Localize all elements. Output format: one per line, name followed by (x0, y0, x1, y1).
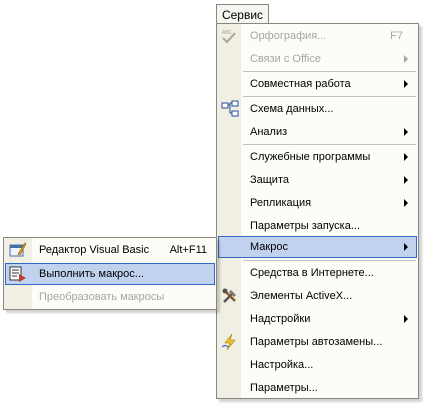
submenu-item-convert-macros[interactable]: Преобразовать макросы (5, 286, 215, 308)
menu-item-label: Элементы ActiveX... (250, 290, 353, 302)
autocorrect-icon (221, 333, 236, 351)
menu-item-addins[interactable]: Надстройки (218, 308, 417, 330)
submenu-arrow-icon (404, 176, 408, 184)
menu-item-label: Репликация (250, 197, 312, 209)
menu-item-label: Схема данных... (250, 103, 334, 115)
submenu-item-run-macro[interactable]: Выполнить макрос... (5, 263, 215, 285)
menu-item-internet-tools[interactable]: Средства в Интернете... (218, 262, 417, 284)
submenu-item-label: Редактор Visual Basic (39, 244, 150, 256)
menu-separator (243, 96, 416, 97)
menu-item-label: Связи с Office (250, 53, 321, 65)
submenu-item-shortcut: Alt+F11 (169, 244, 207, 256)
activex-tools-icon (222, 288, 236, 303)
menu-item-label: Орфография... (250, 30, 327, 42)
submenu-arrow-icon (404, 128, 408, 136)
spellcheck-icon: ABC (222, 30, 236, 44)
menu-item-analyze[interactable]: Анализ (218, 121, 417, 143)
menu-item-label: Совместная работа (250, 78, 351, 90)
menu-item-database-utilities[interactable]: Служебные программы (218, 146, 417, 168)
submenu-item-label: Преобразовать макросы (39, 291, 165, 303)
menu-item-options[interactable]: Параметры... (218, 377, 417, 399)
relationships-icon (221, 100, 239, 117)
menu-item-label: Анализ (250, 126, 288, 138)
menu-separator (243, 71, 416, 72)
vb-editor-icon (9, 242, 27, 257)
submenu-arrow-icon (404, 153, 408, 161)
menu-title-label: Сервис (221, 7, 264, 22)
submenu-item-label: Выполнить макрос... (39, 268, 144, 280)
menu-item-spelling[interactable]: ABC Орфография... F7 (218, 25, 417, 47)
service-dropdown-menu: ABC Орфография... F7 Связи с Office Совм… (216, 23, 419, 399)
menu-item-label: Надстройки (250, 313, 311, 325)
menu-item-security[interactable]: Защита (218, 169, 417, 191)
menu-separator (243, 260, 416, 261)
menu-item-label: Макрос (250, 241, 288, 253)
menu-item-label: Настройка... (250, 359, 314, 371)
menu-item-relationships[interactable]: Схема данных... (218, 98, 417, 120)
submenu-arrow-icon (404, 199, 408, 207)
menu-title-service[interactable]: Сервис (216, 4, 269, 24)
submenu-arrow-icon (404, 243, 408, 251)
submenu-arrow-icon (404, 55, 408, 63)
macro-submenu: Редактор Visual Basic Alt+F11 Выполнить … (3, 237, 217, 310)
run-macro-icon (9, 266, 26, 282)
submenu-arrow-icon (404, 80, 408, 88)
menu-item-office-links[interactable]: Связи с Office (218, 48, 417, 70)
menu-item-startup[interactable]: Параметры запуска... (218, 215, 417, 237)
menu-item-label: Параметры автозамены... (250, 336, 383, 348)
menu-item-label: Средства в Интернете... (250, 267, 374, 279)
menu-item-activex-controls[interactable]: Элементы ActiveX... (218, 285, 417, 307)
submenu-arrow-icon (404, 315, 408, 323)
menu-item-label: Служебные программы (250, 151, 371, 163)
menu-item-shortcut: F7 (390, 30, 403, 42)
menu-item-autocorrect[interactable]: Параметры автозамены... (218, 331, 417, 353)
menu-item-macro[interactable]: Макрос (218, 236, 417, 258)
submenu-item-vb-editor[interactable]: Редактор Visual Basic Alt+F11 (5, 239, 215, 261)
menu-item-replication[interactable]: Репликация (218, 192, 417, 214)
svg-text:ABC: ABC (222, 30, 233, 36)
menu-item-label: Защита (250, 174, 289, 186)
menu-item-collaboration[interactable]: Совместная работа (218, 73, 417, 95)
menu-item-customize[interactable]: Настройка... (218, 354, 417, 376)
menu-separator (243, 144, 416, 145)
menu-item-label: Параметры запуска... (250, 220, 361, 232)
menu-item-label: Параметры... (250, 382, 318, 394)
